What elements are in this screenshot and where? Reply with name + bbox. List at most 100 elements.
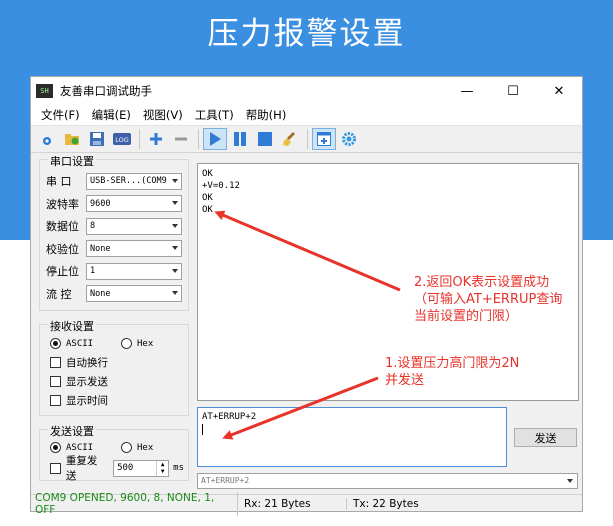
field-label: 串 口 <box>46 175 72 189</box>
port-select[interactable]: USB-SER...(COM9 <box>86 172 182 190</box>
close-button[interactable]: ✕ <box>536 77 582 105</box>
stopbits-select[interactable]: 1 <box>86 262 182 280</box>
serial-settings-group: 串口设置 串 口 USB-SER...(COM9 波特率 9600 数据位 8 … <box>39 153 189 311</box>
annotation-line: 1.设置压力高门限为2N <box>385 356 520 371</box>
play-icon[interactable] <box>203 128 227 150</box>
remove-icon[interactable] <box>169 128 193 150</box>
log-label: LOG <box>115 136 129 144</box>
gear-icon[interactable] <box>337 128 361 150</box>
receive-settings-title: 接收设置 <box>48 318 96 334</box>
receive-line: +V=0.12 <box>202 181 240 191</box>
window-icon[interactable] <box>312 128 336 150</box>
history-value: AT+ERRUP+2 <box>201 476 250 485</box>
chevron-down-icon <box>567 479 573 483</box>
menu-bar: 文件(F) 编辑(E) 视图(V) 工具(T) 帮助(H) <box>31 105 582 125</box>
interval-stepper[interactable]: 500 ▲ ▼ <box>113 459 170 477</box>
checkbox-label: 自动换行 <box>66 357 108 369</box>
send-button[interactable]: 发送 <box>514 428 577 447</box>
radio-label: Hex <box>137 442 154 453</box>
field-databits: 数据位 8 <box>46 215 184 238</box>
chevron-down-icon <box>172 291 178 296</box>
pause-icon[interactable] <box>228 128 252 150</box>
toolbar-separator <box>307 129 308 149</box>
rx-count: Rx: 21 Bytes <box>238 497 347 510</box>
send-hex-radio[interactable] <box>121 442 132 453</box>
text-cursor <box>202 424 203 435</box>
field-baud: 波特率 9600 <box>46 193 184 216</box>
new-icon[interactable] <box>35 128 59 150</box>
toolbar: LOG <box>31 125 582 153</box>
databits-select[interactable]: 8 <box>86 217 182 235</box>
select-value: 1 <box>90 266 96 277</box>
chevron-down-icon <box>172 246 178 251</box>
app-icon: SH <box>36 84 53 98</box>
checkbox-label: 重复发送 <box>65 455 98 482</box>
send-ascii-radio[interactable] <box>50 442 61 453</box>
field-stopbits: 停止位 1 <box>46 260 184 283</box>
annotation-step2: 2.返回OK表示设置成功 （可输入AT+ERRUP查询 当前设置的门限） <box>414 274 562 325</box>
log-icon[interactable]: LOG <box>110 128 134 150</box>
minimize-button[interactable]: — <box>444 77 490 105</box>
field-label: 波特率 <box>46 197 79 211</box>
select-value: None <box>90 243 111 254</box>
select-value: USB-SER...(COM9 <box>90 176 167 187</box>
parity-select[interactable]: None <box>86 240 182 258</box>
show-send-option: 显示发送 <box>50 372 184 391</box>
title-bar: SH 友善串口调试助手 — ☐ ✕ <box>31 77 582 105</box>
radio-label: ASCII <box>66 442 94 453</box>
add-icon[interactable] <box>144 128 168 150</box>
auto-wrap-option: 自动换行 <box>50 353 184 372</box>
menu-tools[interactable]: 工具(T) <box>189 107 240 123</box>
select-value: None <box>90 288 111 299</box>
select-value: 8 <box>90 221 96 232</box>
menu-view[interactable]: 视图(V) <box>137 107 189 123</box>
open-icon[interactable] <box>60 128 84 150</box>
send-input[interactable]: AT+ERRUP+2 <box>197 407 507 467</box>
serial-settings-title: 串口设置 <box>48 153 96 169</box>
repeat-send-row: 重复发送 500 ▲ ▼ ms <box>50 455 184 482</box>
stop-icon[interactable] <box>253 128 277 150</box>
save-icon[interactable] <box>85 128 109 150</box>
banner-title: 压力报警设置 <box>207 15 406 52</box>
field-label: 流 控 <box>46 287 72 301</box>
toolbar-separator <box>198 129 199 149</box>
baud-select[interactable]: 9600 <box>86 195 182 213</box>
receive-line: OK <box>202 193 213 203</box>
chevron-down-icon <box>172 268 178 273</box>
receive-hex-radio[interactable] <box>121 338 132 349</box>
tx-count: Tx: 22 Bytes <box>353 497 419 510</box>
receive-settings-group: 接收设置 ASCII Hex 自动换行 显示发送 显示时间 <box>39 318 189 416</box>
flow-select[interactable]: None <box>86 285 182 303</box>
send-settings-title: 发送设置 <box>48 423 96 439</box>
show-time-checkbox[interactable] <box>50 395 61 406</box>
send-text: AT+ERRUP+2 <box>202 412 257 422</box>
field-port: 串 口 USB-SER...(COM9 <box>46 170 184 193</box>
receive-ascii-radio[interactable] <box>50 338 61 349</box>
receive-line: OK <box>202 169 213 179</box>
select-value: 9600 <box>90 198 111 209</box>
annotation-line: （可输入AT+ERRUP查询 <box>414 292 563 307</box>
interval-unit: ms <box>173 463 184 473</box>
annotation-line: 并发送 <box>385 373 425 388</box>
checkbox-label: 显示时间 <box>66 395 108 407</box>
status-bar: COM9 OPENED, 9600, 8, NONE, 1, OFF Rx: 2… <box>31 491 582 516</box>
repeat-send-checkbox[interactable] <box>50 462 61 474</box>
maximize-button[interactable]: ☐ <box>490 77 536 105</box>
menu-file[interactable]: 文件(F) <box>35 107 86 123</box>
field-label: 校验位 <box>46 242 79 256</box>
receive-mode-row: ASCII Hex <box>50 334 184 353</box>
show-send-checkbox[interactable] <box>50 376 61 387</box>
show-time-option: 显示时间 <box>50 391 184 410</box>
annotation-line: 2.返回OK表示设置成功 <box>414 275 550 290</box>
menu-edit[interactable]: 编辑(E) <box>86 107 137 123</box>
banner: 压力报警设置 <box>0 0 613 60</box>
stepper-arrows-icon[interactable]: ▲ ▼ <box>156 460 168 476</box>
send-history-select[interactable]: AT+ERRUP+2 <box>197 473 578 489</box>
chevron-down-icon <box>172 178 178 183</box>
checkbox-label: 显示发送 <box>66 376 108 388</box>
annotation-step1: 1.设置压力高门限为2N 并发送 <box>385 355 519 389</box>
menu-help[interactable]: 帮助(H) <box>240 107 293 123</box>
radio-label: Hex <box>137 338 154 349</box>
clear-icon[interactable] <box>278 128 302 150</box>
auto-wrap-checkbox[interactable] <box>50 357 61 368</box>
